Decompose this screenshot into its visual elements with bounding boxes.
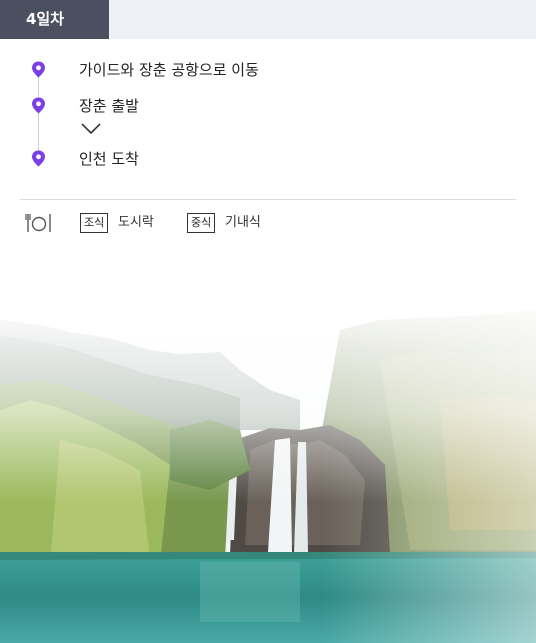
stop-label: 인천 도착 <box>79 150 139 168</box>
lunch-value: 기내식 <box>225 215 261 230</box>
breakfast-value: 도시락 <box>118 215 154 230</box>
day-header: 4일차 <box>0 0 536 39</box>
divider <box>20 199 516 200</box>
timeline-line <box>38 70 39 158</box>
waterfall-illustration <box>0 290 536 643</box>
landscape-photo <box>0 290 536 643</box>
map-pin-icon <box>32 150 45 167</box>
stop-label: 장춘 출발 <box>79 97 139 115</box>
lunch-tag: 중식 <box>187 213 216 233</box>
stop-label: 가이드와 장춘 공항으로 이동 <box>79 61 259 79</box>
map-pin-icon <box>32 61 45 78</box>
breakfast-tag: 조식 <box>80 213 109 233</box>
map-pin-icon <box>32 97 45 114</box>
fork-knife-icon <box>25 214 51 232</box>
chevron-down-icon <box>81 123 101 135</box>
day-badge: 4일차 <box>0 0 109 39</box>
